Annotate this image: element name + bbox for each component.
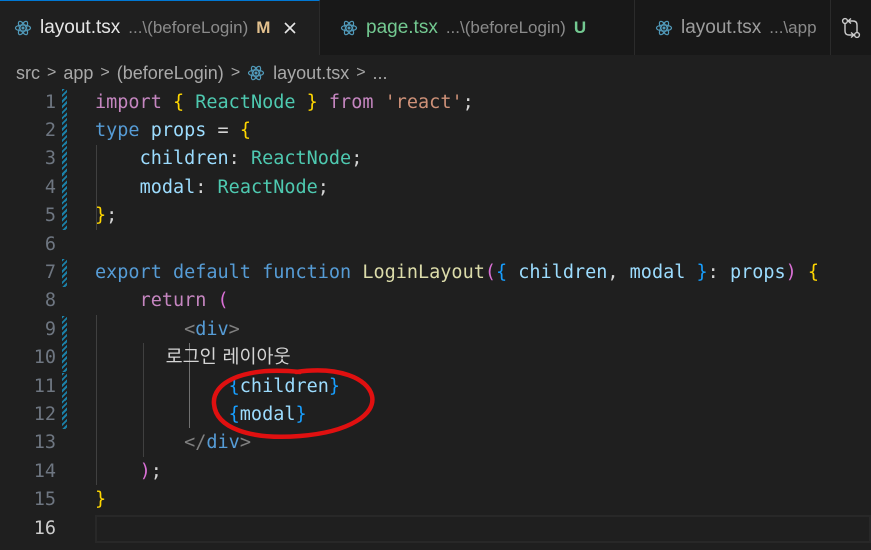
code-text: export default function LoginLayout({ ch… — [95, 261, 820, 283]
line-number: 4 — [44, 176, 56, 198]
modified-line-indicator[interactable] — [62, 400, 67, 430]
line-number: 8 — [44, 290, 56, 312]
tab-status-badge: U — [573, 17, 587, 37]
react-icon — [340, 19, 358, 37]
tab-layout-app[interactable]: layout.tsx ...\app — [635, 0, 831, 55]
modified-line-indicator[interactable] — [62, 344, 67, 373]
close-icon[interactable] — [282, 20, 298, 36]
tab-layout-beforelogin[interactable]: layout.tsx ...\(beforeLogin) M — [0, 0, 320, 55]
code-text: <div> — [184, 318, 240, 340]
code-line[interactable]: 2 type props = { — [0, 116, 871, 146]
code-line[interactable]: 7 export default function LoginLayout({ c… — [0, 258, 871, 288]
code-line[interactable]: 12 {modal} — [0, 400, 871, 430]
code-line[interactable]: 16 — [0, 514, 871, 543]
react-icon — [14, 19, 32, 37]
react-icon — [655, 19, 673, 37]
code-line[interactable]: 9 <div> — [0, 315, 871, 345]
modified-line-indicator[interactable] — [62, 173, 67, 203]
code-text: type props = { — [95, 119, 251, 141]
line-number: 5 — [44, 205, 56, 227]
modified-line-indicator[interactable] — [62, 116, 67, 146]
tab-label: layout.tsx — [681, 16, 762, 38]
line-number: 11 — [33, 375, 56, 397]
code-text: children: ReactNode; — [139, 148, 363, 170]
chevron-right-icon: > — [356, 64, 366, 81]
code-text: import { ReactNode } from 'react'; — [95, 91, 474, 113]
code-text: ); — [139, 460, 162, 482]
tab-label: layout.tsx — [40, 17, 121, 38]
line-number: 14 — [33, 460, 56, 482]
tab-label: page.tsx — [366, 16, 438, 38]
react-icon — [247, 64, 265, 82]
code-text: }; — [95, 205, 118, 227]
line-number: 9 — [44, 318, 56, 340]
tab-path: ...\app — [769, 17, 817, 37]
code-text: </div> — [184, 432, 251, 454]
code-line[interactable]: 1 import { ReactNode } from 'react'; — [0, 88, 871, 117]
line-number: 1 — [44, 91, 56, 113]
source-control-compare-icon[interactable] — [840, 17, 862, 39]
code-text: modal: ReactNode; — [139, 176, 329, 198]
line-number: 16 — [33, 517, 56, 539]
code-text: 로그인 레이아웃 — [95, 347, 291, 369]
current-line-highlight — [95, 514, 871, 543]
chevron-right-icon: > — [100, 64, 110, 81]
tab-status-badge: M — [256, 18, 271, 37]
code-text: {children} — [228, 375, 341, 397]
line-number: 3 — [44, 148, 56, 170]
breadcrumb-item-beforelogin[interactable]: (beforeLogin) — [117, 63, 224, 84]
modified-line-indicator[interactable] — [62, 145, 67, 174]
line-number: 2 — [44, 119, 56, 141]
code-line[interactable]: 14 ); — [0, 458, 871, 486]
tab-actions — [831, 0, 871, 55]
breadcrumb-item-app[interactable]: app — [63, 63, 93, 84]
chevron-right-icon: > — [47, 64, 57, 81]
code-line[interactable]: 15} — [0, 486, 871, 514]
line-number: 13 — [33, 432, 56, 454]
modified-line-indicator[interactable] — [62, 258, 67, 288]
tab-path: ...\(beforeLogin) — [445, 17, 566, 37]
chevron-right-icon: > — [230, 64, 241, 81]
code-line[interactable]: 3 children: ReactNode; — [0, 145, 871, 174]
modified-line-indicator[interactable] — [62, 372, 67, 401]
breadcrumb-item-src[interactable]: src — [16, 63, 40, 84]
code-line[interactable]: 6 — [0, 231, 871, 259]
code-editor[interactable]: 1 import { ReactNode } from 'react'; 2 type… — [0, 88, 871, 550]
code-line[interactable]: 8 return ( — [0, 287, 871, 315]
code-line[interactable]: 10 로그인 레이아웃 — [0, 344, 871, 373]
modified-line-indicator[interactable] — [62, 315, 67, 345]
line-number: 10 — [33, 347, 56, 369]
tab-page-beforelogin[interactable]: page.tsx ...\(beforeLogin) U — [320, 0, 635, 55]
modified-line-indicator[interactable] — [62, 202, 67, 231]
breadcrumb-item-symbols[interactable]: ... — [373, 63, 388, 84]
modified-line-indicator[interactable] — [62, 88, 67, 117]
code-line[interactable]: 13 </div> — [0, 429, 871, 457]
line-number: 6 — [44, 233, 56, 255]
code-text: {modal} — [228, 403, 307, 425]
tab-bar: layout.tsx ...\(beforeLogin) M page.tsx … — [0, 0, 871, 55]
line-number: 7 — [44, 261, 56, 283]
code-line[interactable]: 5}; — [0, 202, 871, 231]
code-text: return ( — [139, 290, 229, 312]
code-line[interactable]: 4 modal: ReactNode; — [0, 173, 871, 203]
code-line[interactable]: 11 {children} — [0, 372, 871, 401]
breadcrumb-item-file[interactable]: layout.tsx — [273, 63, 349, 84]
code-text: } — [95, 489, 107, 511]
line-number: 15 — [33, 489, 56, 511]
line-number: 12 — [33, 403, 56, 425]
breadcrumb: src > app > (beforeLogin) > layout.tsx >… — [0, 55, 871, 91]
tab-path: ...\(beforeLogin) — [128, 18, 249, 37]
